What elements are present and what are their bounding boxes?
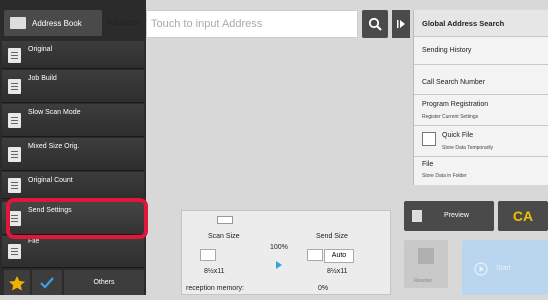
check-button[interactable] <box>32 270 62 295</box>
scan-send-size-panel: Scan Size Send Size 100% Auto 8½x11 8½x1… <box>181 210 391 295</box>
document-icon <box>8 48 21 63</box>
original-count-button[interactable]: Original Count <box>2 172 144 199</box>
slow-scan-icon <box>8 113 21 128</box>
file-icon <box>8 244 21 259</box>
send-paper-icon <box>307 249 323 261</box>
send-size-auto[interactable]: Auto <box>324 249 354 263</box>
send-paper-size: 8½x11 <box>327 268 348 275</box>
call-search-number-item[interactable]: Call Search Number <box>414 65 548 95</box>
play-arrow-icon <box>397 20 405 28</box>
address-input[interactable]: Touch to input Address <box>146 10 358 38</box>
original-count-icon <box>8 178 21 193</box>
start-button[interactable]: Start <box>462 240 548 295</box>
scan-size-label: Scan Size <box>208 233 240 240</box>
global-address-search-item[interactable]: Global Address Search <box>414 10 548 37</box>
checkmark-icon <box>40 277 54 289</box>
address-book-icon <box>10 17 26 29</box>
memory-value: 0% <box>318 285 329 292</box>
favorite-button[interactable] <box>4 270 30 295</box>
mixed-size-orig-button[interactable]: Mixed Size Orig. <box>2 138 144 171</box>
resolve-button[interactable]: Resolve <box>404 240 448 288</box>
scan-paper-icon <box>200 249 216 261</box>
ratio-value: 100% <box>270 244 288 251</box>
original-button[interactable]: Original <box>2 41 144 69</box>
send-settings-highlight <box>6 198 148 239</box>
address-book-button[interactable]: Address Book <box>4 10 102 36</box>
sending-history-item[interactable]: Sending History <box>414 37 548 65</box>
job-build-button[interactable]: Job Build <box>2 70 144 103</box>
search-icon <box>368 17 382 31</box>
collapse-panel-button[interactable] <box>392 10 410 38</box>
job-build-icon <box>8 79 21 94</box>
clear-all-button[interactable]: CA <box>498 201 548 231</box>
address-placeholder: Touch to input Address <box>151 18 263 30</box>
scanner-icon <box>217 216 233 224</box>
file-item[interactable]: File Store Data in Folder <box>414 157 548 185</box>
arrow-right-icon <box>276 261 282 269</box>
quick-file-item[interactable]: Quick File Store Data Temporarily <box>414 126 548 157</box>
memory-label: reception memory: <box>186 285 244 292</box>
preview-icon <box>412 210 422 222</box>
mixed-size-icon <box>8 147 21 162</box>
right-action-panel: Global Address Search Sending History Ca… <box>413 10 548 185</box>
slow-scan-mode-button[interactable]: Slow Scan Mode <box>2 104 144 137</box>
preview-button[interactable]: Preview <box>404 201 494 231</box>
send-size-label: Send Size <box>316 233 348 240</box>
others-button[interactable]: Others <box>64 270 144 295</box>
address-label: Address <box>106 17 140 27</box>
file-button[interactable]: File <box>2 236 144 268</box>
quick-file-checkbox[interactable] <box>422 132 436 146</box>
star-icon <box>9 276 25 291</box>
start-icon <box>474 262 488 276</box>
search-button[interactable] <box>362 10 388 38</box>
scan-paper-size: 8½x11 <box>204 268 225 275</box>
program-registration-item[interactable]: Program Registration Register Current Se… <box>414 95 548 126</box>
resolve-icon <box>418 248 434 264</box>
